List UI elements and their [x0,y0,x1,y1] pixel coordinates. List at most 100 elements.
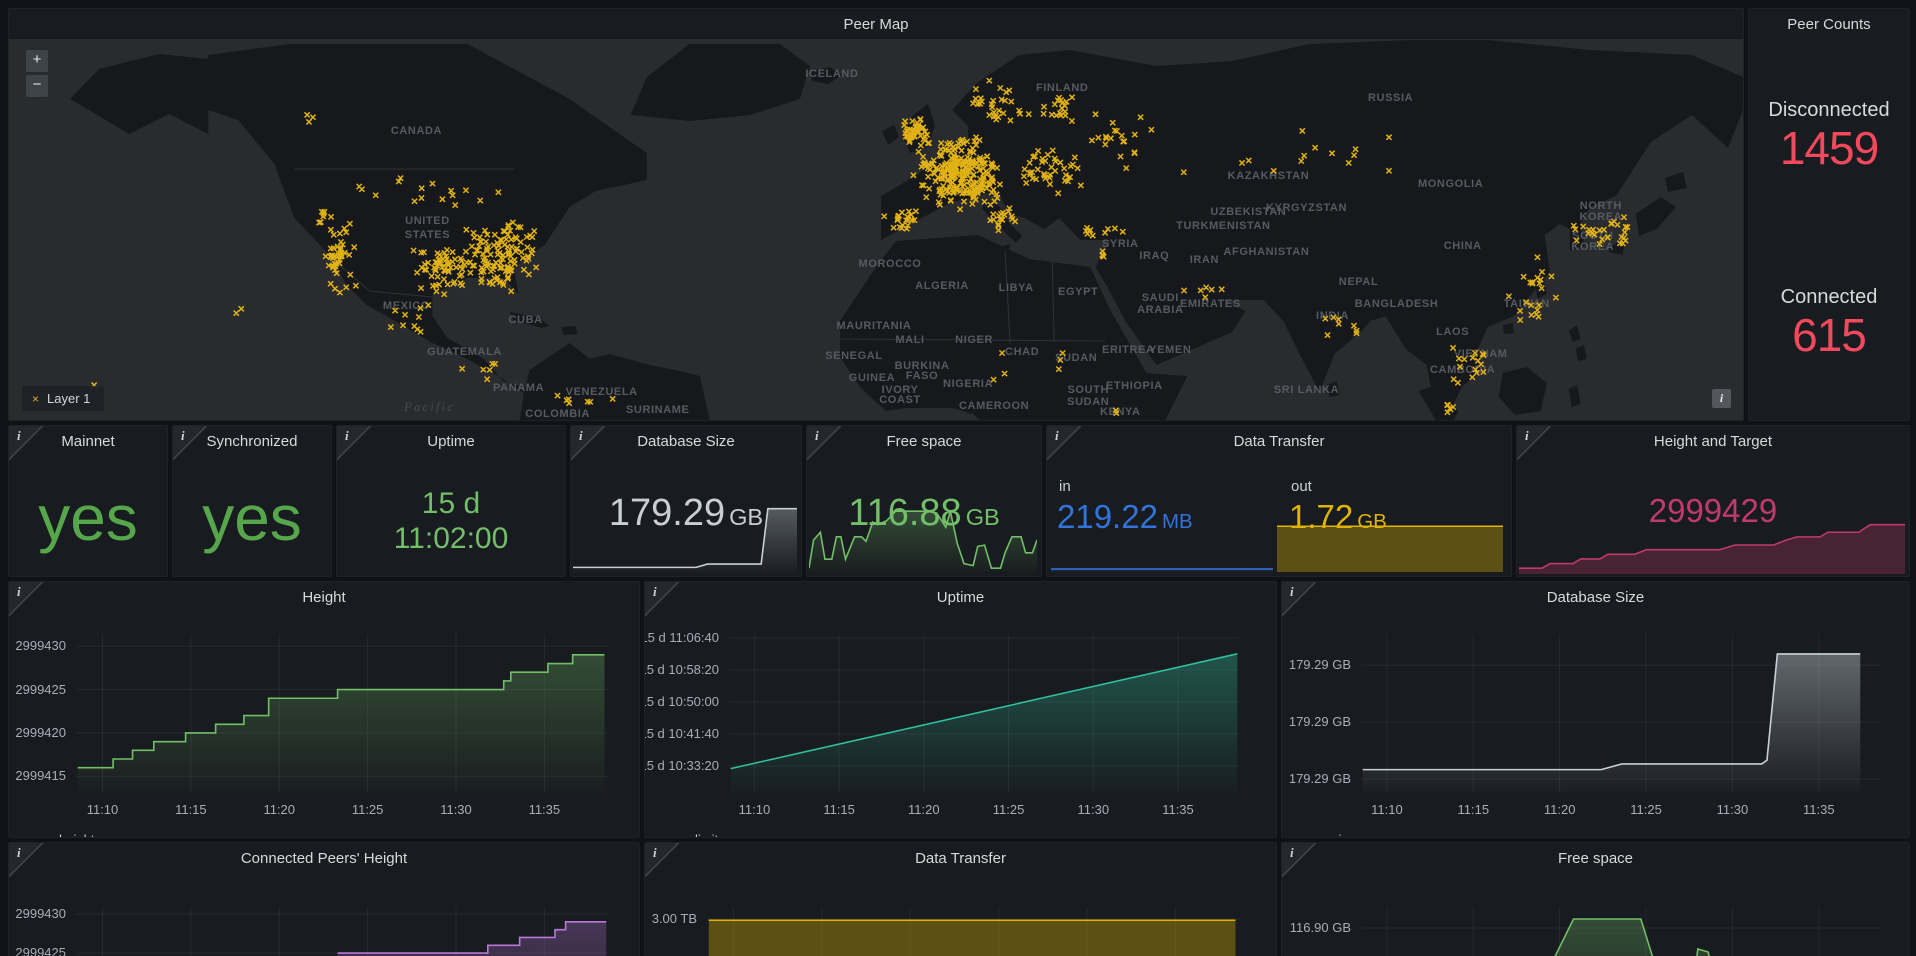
map-country-label: COAST [879,394,921,406]
map-country-label: GUINEA [849,372,895,384]
panel-uptime-chart: i Uptime 15 d 10:33:2015 d 10:41:4015 d … [644,581,1277,838]
panel-free-space-stat: i Free space 116.88GB [806,425,1042,577]
world-map[interactable]: CANADAUNITEDSTATESMEXICOCUBAGUATEMALAPAN… [9,39,1743,420]
panel-info-icon[interactable]: i [9,843,43,877]
x-axis-tick-label: 11:10 [71,802,135,817]
map-country-label: AFGHANISTAN [1224,246,1310,258]
x-axis-tick-label: 11:35 [1146,802,1210,817]
map-country-label: SRI LANKA [1274,384,1339,396]
panel-height-and-target-stat: i Height and Target 2999429 [1516,425,1910,577]
map-layer-toggle[interactable]: × Layer 1 [22,386,104,411]
panel-data-transfer-stat: i Data Transfer in 219.22MB out 1.72GB [1046,425,1512,577]
free-space-value: 116.88GB [807,492,1041,535]
map-country-label: VIETNAM [1454,348,1508,360]
height-chart: 299941529994202999425299943011:1011:1511… [9,582,639,837]
panel-connected-peers-height-chart: i Connected Peers' Height 2999425 2999430… [8,842,640,956]
panel-info-icon[interactable]: i [9,426,43,460]
map-country-label: SYRIA [1102,238,1139,250]
map-country-label: RUSSIA [1368,92,1413,104]
peer-counts-connected-label: Connected [1749,286,1909,309]
legend-item-size[interactable]: size [1310,832,1355,838]
panel-info-icon[interactable]: i [1047,426,1081,460]
panel-title-height-and-target[interactable]: Height and Target [1517,426,1909,458]
data-transfer-in-unit: MB [1162,510,1193,533]
x-axis-tick-label: 11:20 [892,802,956,817]
chart-legend: limit [673,832,718,838]
panel-info-icon[interactable]: i [1282,582,1316,616]
map-country-label: STATES [405,229,450,241]
panel-title-connected-peers-height[interactable]: Connected Peers' Height [9,843,639,875]
map-country-label: COLOMBIA [525,408,590,420]
panel-info-icon[interactable]: i [645,582,679,616]
chart-legend: height [37,832,94,838]
uptime-value: 15 d 11:02:00 [337,486,565,556]
legend-item-limit[interactable]: limit [673,832,718,838]
panel-info-icon[interactable]: i [807,426,841,460]
x-axis-tick-label: 11:15 [1441,802,1505,817]
data-transfer-out-label: out [1291,478,1312,495]
panel-info-icon[interactable]: i [9,582,43,616]
map-country-label: SENEGAL [825,350,882,362]
layer-label: Layer 1 [47,391,90,406]
mainnet-value: yes [9,460,167,576]
panel-title-data-transfer-chart[interactable]: Data Transfer [645,843,1276,875]
panel-title-uptime-chart[interactable]: Uptime [645,582,1276,614]
panel-data-transfer-chart: i Data Transfer 3.00 TB11:1011:1511:2011… [644,842,1277,956]
x-axis-tick-label: 11:30 [1061,802,1125,817]
panel-database-size-stat: i Database Size 179.29GB [570,425,802,577]
panel-height-chart: i Height 299941529994202999425299943011:… [8,581,640,838]
map-country-label: UNITED [405,215,450,227]
panel-title-uptime[interactable]: Uptime [337,426,565,458]
data-transfer-in-value: 219.22MB [1057,498,1193,536]
panel-mainnet: i Mainnet yes [8,425,168,577]
y-axis-tick-label: 2999425 [15,945,66,956]
panel-title-free-space-chart[interactable]: Free space [1282,843,1909,875]
layer-marker-icon: × [32,392,39,406]
panel-synchronized: i Synchronized yes [172,425,332,577]
panel-info-icon[interactable]: i [571,426,605,460]
height-and-target-value: 2999429 [1517,492,1909,530]
legend-item-height[interactable]: height [37,832,94,838]
panel-title-height-chart[interactable]: Height [9,582,639,614]
panel-title-database-size[interactable]: Database Size [571,426,801,458]
panel-info-icon[interactable]: i [1517,426,1551,460]
map-attribution-icon[interactable]: i [1712,389,1731,408]
dashboard: Peer Map CANADAUNITEDSTATESMEXICOCUBAGUA… [0,0,1916,956]
x-axis-tick-label: 11:25 [977,802,1041,817]
map-country-label: IRAN [1190,254,1219,266]
x-axis-tick-label: 11:25 [336,802,400,817]
panel-title-free-space[interactable]: Free space [807,426,1041,458]
y-axis-tick-label: 15 d 10:50:00 [644,694,719,709]
uptime-chart: 15 d 10:33:2015 d 10:41:4015 d 10:50:001… [645,582,1276,837]
panel-title-database-size-chart[interactable]: Database Size [1282,582,1909,614]
map-country-label: BANGLADESH [1355,298,1439,310]
map-country-label: PANAMA [493,382,544,394]
y-axis-tick-label: 2999430 [15,906,66,921]
map-country-label: YEMEN [1149,344,1191,356]
panel-title-peer-map[interactable]: Peer Map [9,9,1743,41]
panel-peer-counts: Peer Counts Disconnected 1459 Connected … [1748,8,1910,421]
map-country-label: MONGOLIA [1418,178,1483,190]
synchronized-value: yes [173,460,331,576]
y-axis-tick-label: 2999425 [15,682,66,697]
map-country-label: EMIRATES [1180,298,1241,310]
y-axis-tick-label: 15 d 11:06:40 [644,630,719,645]
map-country-label: ICELAND [805,68,858,80]
map-zoom-in-button[interactable]: + [25,49,49,73]
map-country-label: FINLAND [1036,82,1089,94]
y-axis-tick-label: 15 d 10:33:20 [644,758,719,773]
map-country-label: KOREA [1579,211,1622,223]
map-zoom-out-button[interactable]: − [25,74,49,98]
peer-counts-disconnected-label: Disconnected [1749,99,1909,122]
map-country-label: ETHIOPIA [1106,380,1163,392]
map-country-label: EGYPT [1058,286,1098,298]
panel-info-icon[interactable]: i [337,426,371,460]
map-country-label: SUDAN [1067,396,1109,408]
panel-info-icon[interactable]: i [173,426,207,460]
panel-info-icon[interactable]: i [645,843,679,877]
panel-title-data-transfer[interactable]: Data Transfer [1047,426,1511,458]
panel-info-icon[interactable]: i [1282,843,1316,877]
map-country-label: MAURITANIA [837,320,912,332]
y-axis-tick-label: 116.90 GB [1290,920,1351,935]
panel-title-peer-counts[interactable]: Peer Counts [1749,9,1909,41]
